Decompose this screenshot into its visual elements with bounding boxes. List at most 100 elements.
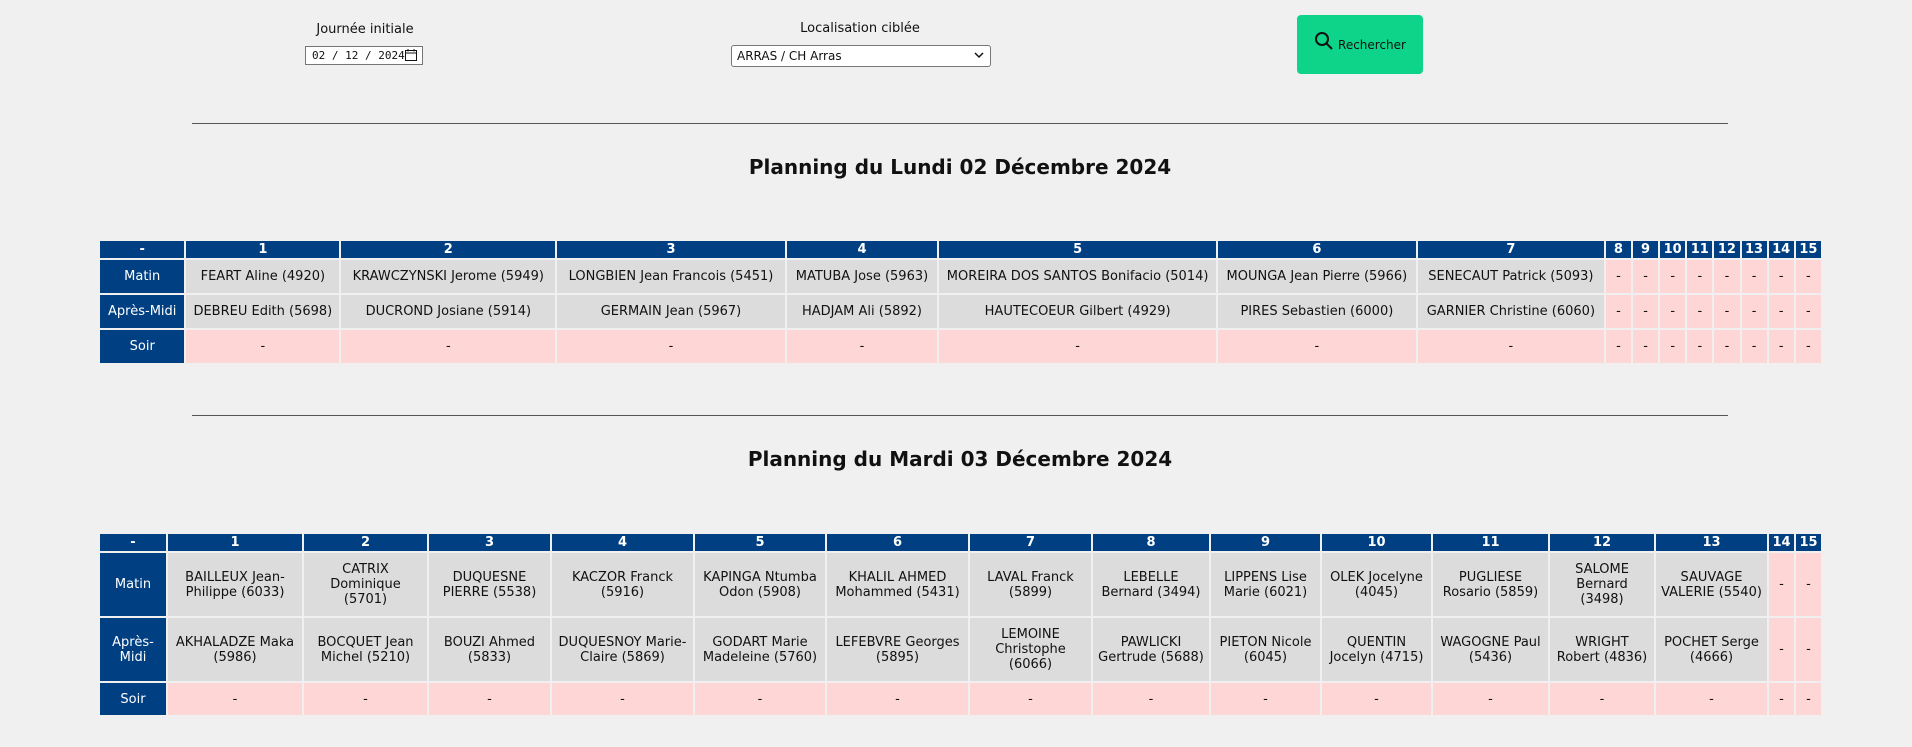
empty-slot-cell: - bbox=[1768, 260, 1794, 293]
assignment-cell: KRAWCZYNSKI Jerome (5949) bbox=[341, 260, 556, 293]
assignment-cell: KHALIL AHMED Mohammed (5431) bbox=[827, 553, 968, 616]
table-row: Matin FEART Aline (4920) KRAWCZYNSKI Jerom… bbox=[100, 260, 1821, 293]
column-header: 14 bbox=[1768, 241, 1794, 258]
assignment-cell: CATRIX Dominique (5701) bbox=[304, 553, 427, 616]
divider bbox=[192, 123, 1728, 124]
empty-slot-cell: - bbox=[1660, 330, 1686, 363]
assignment-cell: PIRES Sebastien (6000) bbox=[1217, 295, 1416, 328]
empty-slot-cell: - bbox=[186, 330, 340, 363]
location-value: ARRAS / CH Arras bbox=[737, 49, 842, 63]
column-header: 12 bbox=[1550, 534, 1654, 551]
column-header: 1 bbox=[186, 241, 340, 258]
assignment-cell: LONGBIEN Jean Francois (5451) bbox=[557, 260, 785, 293]
column-header: 12 bbox=[1714, 241, 1740, 258]
assignment-cell: SENECAUT Patrick (5093) bbox=[1417, 260, 1604, 293]
empty-slot-cell: - bbox=[1605, 295, 1631, 328]
assignment-cell: LEMOINE Christophe (6066) bbox=[970, 618, 1091, 681]
assignment-cell: DUQUESNE PIERRE (5538) bbox=[429, 553, 550, 616]
assignment-cell: HAUTECOEUR Gilbert (4929) bbox=[939, 295, 1216, 328]
location-label: Localisation ciblée bbox=[800, 21, 920, 36]
empty-slot-cell: - bbox=[1211, 683, 1320, 715]
empty-slot-cell: - bbox=[1769, 553, 1794, 616]
empty-slot-cell: - bbox=[1714, 295, 1740, 328]
assignment-cell: BAILLEUX Jean-Philippe (6033) bbox=[168, 553, 302, 616]
column-header: 13 bbox=[1656, 534, 1767, 551]
column-header: 14 bbox=[1769, 534, 1794, 551]
column-header: 6 bbox=[1217, 241, 1416, 258]
empty-slot-cell: - bbox=[1217, 330, 1416, 363]
column-header: 3 bbox=[429, 534, 550, 551]
location-select[interactable]: ARRAS / CH Arras bbox=[731, 45, 991, 67]
corner-header: - bbox=[100, 534, 166, 551]
search-icon bbox=[1315, 31, 1333, 50]
column-header: 4 bbox=[552, 534, 693, 551]
row-header: Soir bbox=[100, 330, 185, 363]
column-header: 2 bbox=[304, 534, 427, 551]
column-header: 5 bbox=[695, 534, 825, 551]
assignment-cell: DEBREU Edith (5698) bbox=[186, 295, 340, 328]
empty-slot-cell: - bbox=[1660, 295, 1686, 328]
assignment-cell: GODART Marie Madeleine (5760) bbox=[695, 618, 825, 681]
search-button[interactable]: Rechercher bbox=[1297, 15, 1423, 74]
date-value: 02 / 12 / 2024 bbox=[312, 49, 405, 62]
empty-slot-cell: - bbox=[1714, 260, 1740, 293]
assignment-cell: WAGOGNE Paul (5436) bbox=[1433, 618, 1548, 681]
assignment-cell: DUQUESNOY Marie-Claire (5869) bbox=[552, 618, 693, 681]
empty-slot-cell: - bbox=[1741, 260, 1767, 293]
column-header: 6 bbox=[827, 534, 968, 551]
empty-slot-cell: - bbox=[970, 683, 1091, 715]
row-header: Après-Midi bbox=[100, 295, 185, 328]
empty-slot-cell: - bbox=[1687, 295, 1713, 328]
assignment-cell: WRIGHT Robert (4836) bbox=[1550, 618, 1654, 681]
empty-slot-cell: - bbox=[1796, 553, 1821, 616]
empty-slot-cell: - bbox=[827, 683, 968, 715]
assignment-cell: DUCROND Josiane (5914) bbox=[341, 295, 556, 328]
planning-title: Planning du Lundi 02 Décembre 2024 bbox=[748, 155, 1172, 179]
empty-slot-cell: - bbox=[1633, 260, 1659, 293]
column-header: 11 bbox=[1687, 241, 1713, 258]
column-header: 7 bbox=[970, 534, 1091, 551]
divider bbox=[192, 415, 1728, 416]
empty-slot-cell: - bbox=[1550, 683, 1654, 715]
empty-slot-cell: - bbox=[341, 330, 556, 363]
empty-slot-cell: - bbox=[1687, 330, 1713, 363]
empty-slot-cell: - bbox=[1769, 618, 1794, 681]
date-field[interactable]: 02 / 12 / 2024 bbox=[305, 46, 423, 65]
column-header: 3 bbox=[557, 241, 785, 258]
search-button-label: Rechercher bbox=[1338, 37, 1406, 52]
assignment-cell: GARNIER Christine (6060) bbox=[1417, 295, 1604, 328]
empty-slot-cell: - bbox=[1741, 330, 1767, 363]
empty-slot-cell: - bbox=[1433, 683, 1548, 715]
row-header: Matin bbox=[100, 260, 185, 293]
empty-slot-cell: - bbox=[1656, 683, 1767, 715]
empty-slot-cell: - bbox=[1769, 683, 1794, 715]
empty-slot-cell: - bbox=[429, 683, 550, 715]
empty-slot-cell: - bbox=[1795, 260, 1821, 293]
planning-table: -1 2 3 4 5 6 7 8 9 10 11 12 13 14 15 Matin BAILLEUX Jean… bbox=[98, 532, 1823, 717]
column-header: 9 bbox=[1211, 534, 1320, 551]
assignment-cell: SALOME Bernard (3498) bbox=[1550, 553, 1654, 616]
calendar-icon[interactable] bbox=[405, 49, 417, 61]
empty-slot-cell: - bbox=[1660, 260, 1686, 293]
planning-title: Planning du Mardi 03 Décembre 2024 bbox=[747, 447, 1173, 471]
column-header: 15 bbox=[1795, 241, 1821, 258]
header-row: -1 2 3 4 5 6 7 8 9 10 11 12 13 14 15 bbox=[100, 534, 1821, 551]
column-header: 10 bbox=[1660, 241, 1686, 258]
table-row: Après-Midi DEBREU Edith (5698) DUCROND Jos… bbox=[100, 295, 1821, 328]
empty-slot-cell: - bbox=[168, 683, 302, 715]
empty-slot-cell: - bbox=[1633, 295, 1659, 328]
table-row: Après-Midi AKHALADZE Maka (5986) BOCQUET J… bbox=[100, 618, 1821, 681]
column-header: 8 bbox=[1605, 241, 1631, 258]
column-header: 8 bbox=[1093, 534, 1209, 551]
chevron-down-icon bbox=[974, 52, 984, 59]
assignment-cell: SAUVAGE VALERIE (5540) bbox=[1656, 553, 1767, 616]
table-row: Soir - - - - - - - - - - - - - - - bbox=[100, 683, 1821, 715]
empty-slot-cell: - bbox=[304, 683, 427, 715]
column-header: 11 bbox=[1433, 534, 1548, 551]
assignment-cell: GERMAIN Jean (5967) bbox=[557, 295, 785, 328]
empty-slot-cell: - bbox=[1796, 683, 1821, 715]
planning-table: -1 2 3 4 5 6 7 8 9 10 11 12 13 14 15 Matin FEART Aline (… bbox=[98, 239, 1823, 365]
empty-slot-cell: - bbox=[1714, 330, 1740, 363]
assignment-cell: OLEK Jocelyne (4045) bbox=[1322, 553, 1431, 616]
empty-slot-cell: - bbox=[1093, 683, 1209, 715]
